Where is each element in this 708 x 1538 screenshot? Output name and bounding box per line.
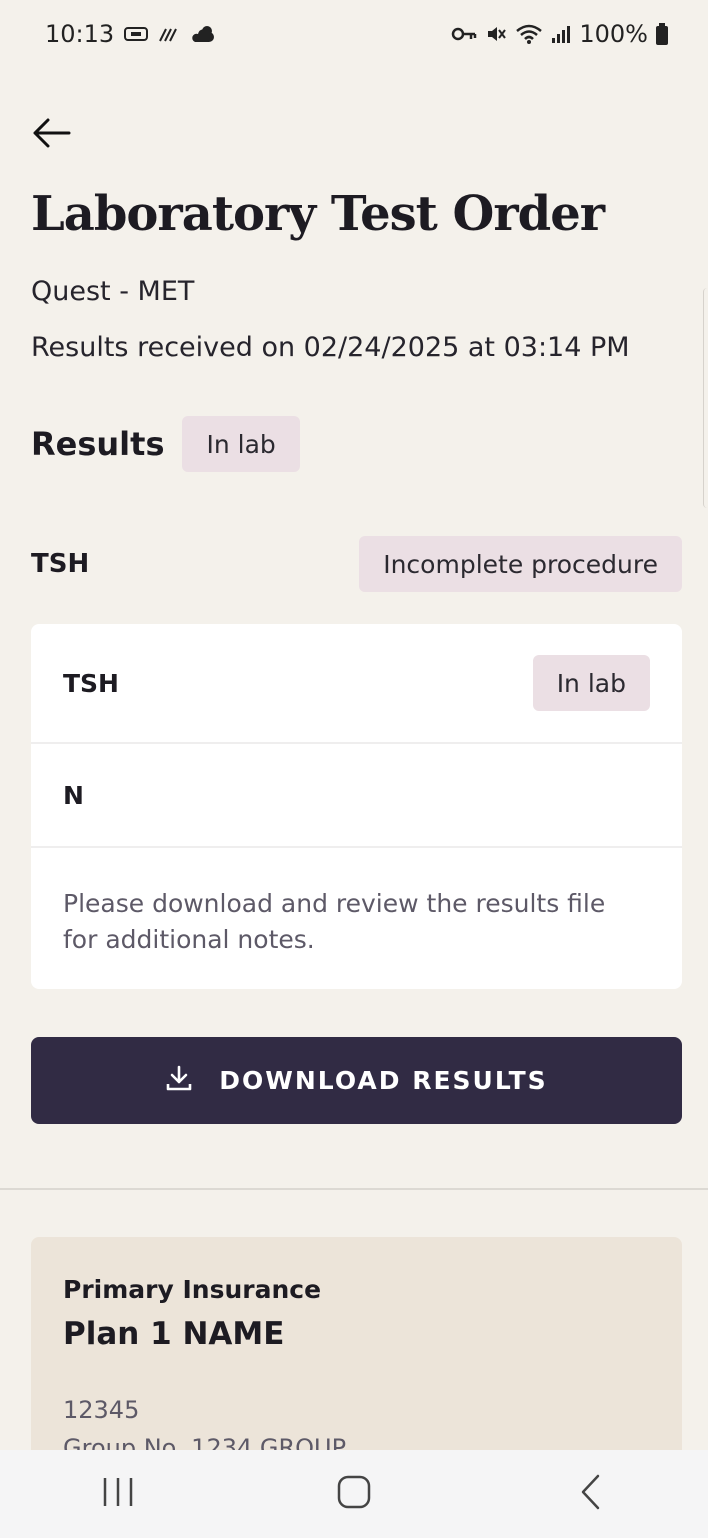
arrow-left-icon bbox=[31, 117, 71, 153]
download-icon bbox=[165, 1064, 193, 1098]
section-divider bbox=[0, 1188, 708, 1190]
signal-lines-icon bbox=[158, 25, 180, 43]
test-row: TSH Incomplete procedure bbox=[31, 536, 682, 592]
sim-card-icon bbox=[124, 26, 149, 42]
result-label: TSH bbox=[63, 668, 119, 698]
chevron-left-icon bbox=[579, 1474, 601, 1514]
result-note-row: Please download and review the results f… bbox=[31, 848, 682, 989]
back-button[interactable] bbox=[28, 112, 74, 158]
scroll-indicator bbox=[703, 288, 708, 508]
results-title: Results bbox=[31, 425, 165, 463]
home-icon bbox=[337, 1475, 371, 1513]
download-results-button[interactable]: DOWNLOAD RESULTS bbox=[31, 1037, 682, 1124]
insurance-card: Primary Insurance Plan 1 NAME 12345 Grou… bbox=[31, 1237, 682, 1477]
result-card-header: TSH In lab bbox=[31, 624, 682, 744]
insurance-label: Primary Insurance bbox=[63, 1275, 322, 1304]
battery-icon bbox=[656, 23, 668, 45]
system-nav-bar bbox=[0, 1450, 708, 1538]
weather-cloud-icon bbox=[190, 24, 216, 44]
result-card: TSH In lab N Please download and review … bbox=[31, 624, 682, 989]
results-received-date: Results received on 02/24/2025 at 03:14 … bbox=[31, 332, 630, 363]
result-value: N bbox=[63, 780, 84, 810]
test-name: TSH bbox=[31, 549, 90, 579]
wifi-icon bbox=[515, 23, 543, 45]
test-status-badge: Incomplete procedure bbox=[359, 536, 682, 592]
insurance-member-id: 12345 bbox=[63, 1396, 140, 1424]
result-note: Please download and review the results f… bbox=[63, 889, 606, 954]
status-bar-right: 100% bbox=[451, 20, 668, 48]
status-time: 10:13 bbox=[45, 20, 115, 48]
cell-signal-icon bbox=[551, 24, 571, 44]
battery-percent: 100% bbox=[579, 20, 648, 48]
recent-apps-icon bbox=[101, 1476, 135, 1512]
results-header: Results In lab bbox=[31, 416, 300, 472]
vpn-key-icon bbox=[451, 26, 477, 42]
result-value-row: N bbox=[31, 744, 682, 848]
insurance-plan-name: Plan 1 NAME bbox=[63, 1316, 285, 1352]
mute-icon bbox=[485, 23, 507, 45]
lab-provider: Quest - MET bbox=[31, 276, 195, 307]
result-status-badge: In lab bbox=[532, 655, 650, 711]
status-badge: In lab bbox=[182, 416, 300, 472]
system-back-button[interactable] bbox=[540, 1450, 640, 1538]
page-title: Laboratory Test Order bbox=[31, 186, 605, 242]
recent-apps-button[interactable] bbox=[68, 1450, 168, 1538]
status-bar: 10:13 100% bbox=[0, 0, 708, 68]
home-button[interactable] bbox=[304, 1450, 404, 1538]
download-results-label: DOWNLOAD RESULTS bbox=[219, 1066, 548, 1095]
status-bar-left: 10:13 bbox=[45, 20, 216, 48]
